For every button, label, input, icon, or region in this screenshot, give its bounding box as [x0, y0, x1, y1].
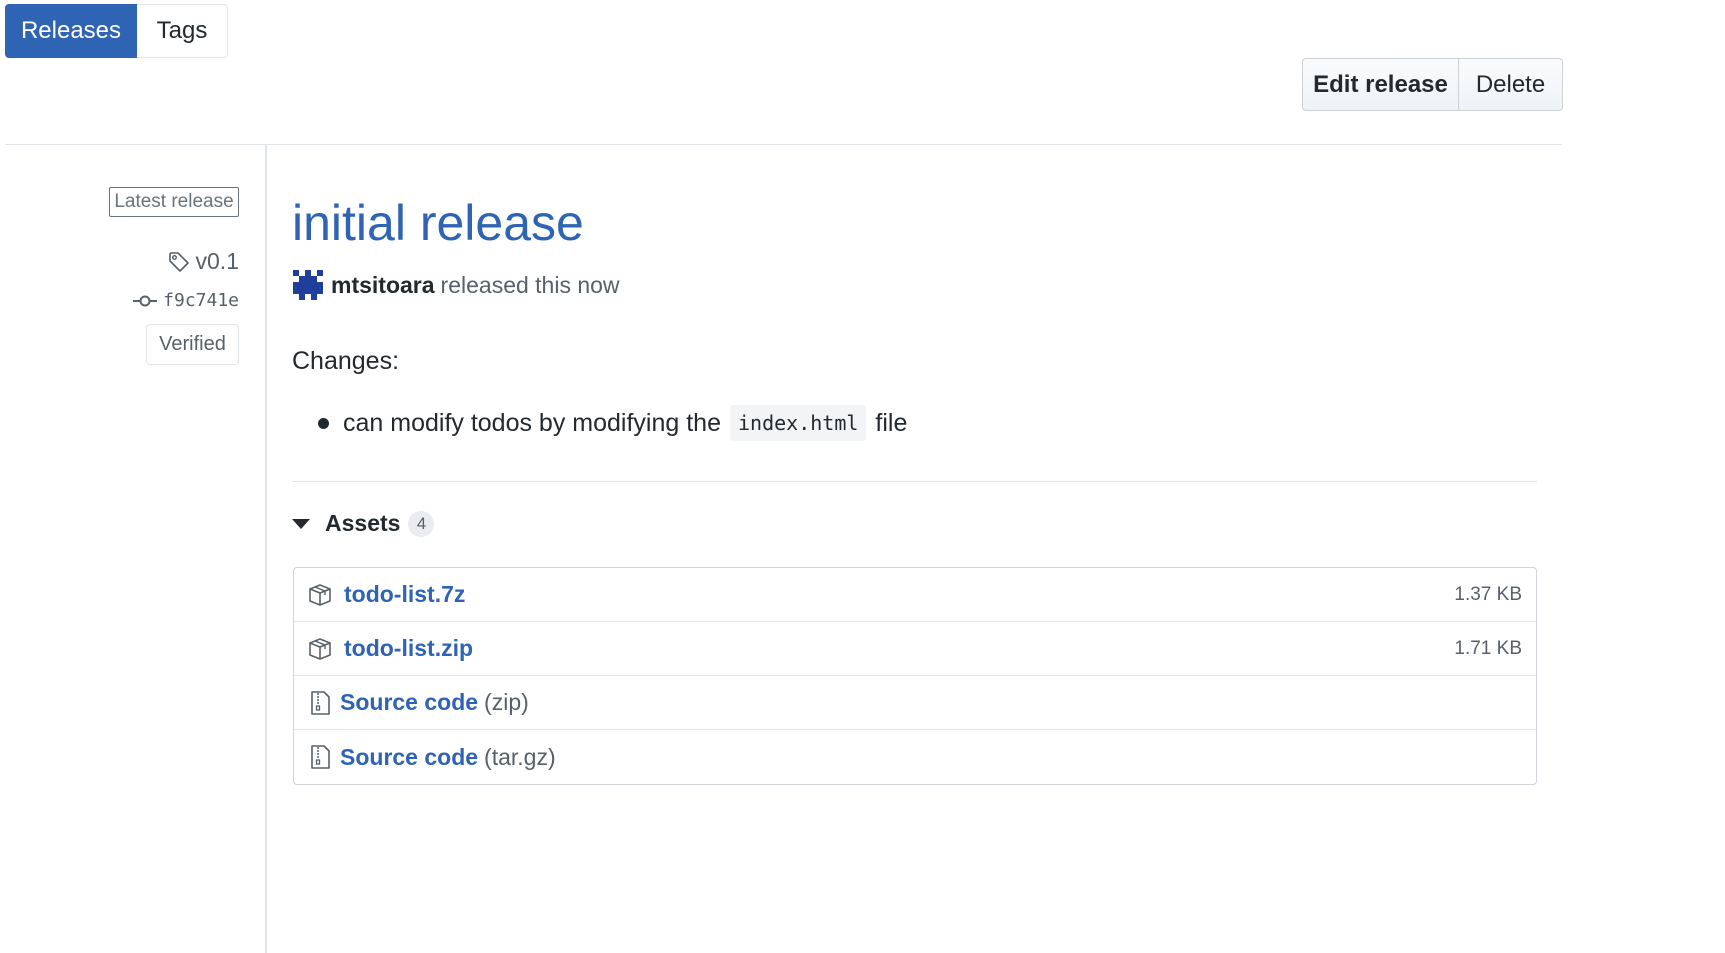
assets-list: todo-list.7z 1.37 KB todo-list.zip 1.71 … — [293, 567, 1537, 785]
verified-badge[interactable]: Verified — [146, 324, 239, 365]
commit-hash: f9c741e — [163, 290, 239, 311]
release-actions: Edit release Delete — [1302, 58, 1563, 111]
inline-code: index.html — [729, 405, 867, 441]
changes-heading: Changes: — [292, 347, 400, 375]
assets-count-badge: 4 — [408, 510, 435, 537]
tag-link[interactable]: v0.1 — [168, 248, 239, 275]
release-title[interactable]: initial release — [292, 194, 584, 252]
latest-release-badge: Latest release — [109, 187, 239, 217]
tab-releases[interactable]: Releases — [5, 4, 137, 58]
list-item[interactable]: Source code (tar.gz) — [294, 730, 1536, 784]
caret-down-icon — [292, 518, 310, 529]
delete-button[interactable]: Delete — [1459, 58, 1563, 111]
asset-link[interactable]: Source code — [340, 689, 478, 716]
asset-size: 1.71 KB — [1454, 637, 1522, 659]
assets-toggle[interactable]: Assets 4 — [292, 510, 435, 537]
header-divider — [5, 144, 1562, 145]
asset-format: (zip) — [484, 689, 529, 715]
package-icon — [309, 637, 331, 660]
package-icon — [309, 583, 331, 606]
release-tabs: Releases Tags — [5, 4, 228, 58]
released-text: released this now — [440, 271, 620, 298]
file-zip-icon — [311, 745, 330, 769]
tag-icon — [168, 251, 189, 272]
list-item: can modify todos by modifying the index.… — [318, 405, 907, 441]
edit-release-button[interactable]: Edit release — [1302, 58, 1459, 111]
bullet-text-post: file — [875, 408, 908, 437]
commit-link[interactable]: f9c741e — [133, 290, 239, 311]
tab-tags[interactable]: Tags — [137, 4, 228, 58]
avatar[interactable] — [293, 270, 323, 300]
list-item[interactable]: Source code (zip) — [294, 676, 1536, 730]
asset-link[interactable]: Source code — [340, 744, 478, 771]
asset-link[interactable]: todo-list.zip — [344, 635, 473, 662]
asset-link[interactable]: todo-list.7z — [344, 581, 465, 608]
file-zip-icon — [311, 690, 330, 715]
list-item[interactable]: todo-list.zip 1.71 KB — [294, 622, 1536, 676]
asset-format: (tar.gz) — [484, 743, 556, 770]
list-item[interactable]: todo-list.7z 1.37 KB — [294, 568, 1536, 622]
author-link[interactable]: mtsitoara — [331, 272, 435, 299]
sidebar-divider — [265, 145, 267, 953]
tag-label: v0.1 — [195, 248, 239, 274]
bullet-text-pre: can modify todos by modifying the — [343, 408, 721, 437]
bullet-icon — [318, 417, 329, 429]
assets-divider — [292, 481, 1537, 482]
asset-size: 1.37 KB — [1454, 583, 1522, 605]
commit-icon — [133, 295, 158, 306]
assets-label: Assets — [325, 510, 401, 536]
release-author-line: mtsitoara released this now — [293, 270, 620, 300]
